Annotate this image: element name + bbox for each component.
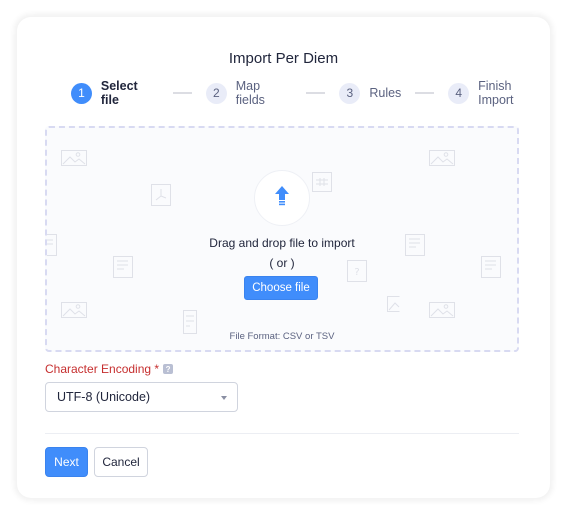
help-icon[interactable]: ?	[163, 364, 174, 374]
file-format-note: File Format: CSV or TSV	[229, 331, 335, 342]
import-stepper: 1 Select file 2 Map fields 3 Rules 4 Fin…	[71, 79, 550, 107]
drop-instruction: Drag and drop file to import	[209, 236, 355, 250]
upload-circle	[254, 170, 310, 226]
image-icon	[61, 302, 87, 318]
step-rules: 3 Rules	[339, 82, 402, 104]
pdf-icon	[151, 184, 171, 206]
file-dropzone[interactable]: ? Drag and drop file to import ( or ) Ch…	[45, 126, 519, 352]
step-label: Map fields	[235, 79, 265, 107]
image-icon	[429, 150, 455, 166]
image-icon	[429, 302, 455, 318]
footer-divider	[45, 433, 519, 434]
dialog-title: Import Per Diem	[228, 50, 339, 67]
image-icon	[387, 296, 400, 312]
image-icon	[61, 150, 87, 166]
step-number: 4	[448, 82, 470, 104]
step-map-fields: 2 Map fields	[205, 79, 293, 107]
step-number: 3	[339, 82, 361, 104]
encoding-label-text: Character Encoding *	[45, 362, 160, 376]
character-encoding-select[interactable]: UTF-8 (Unicode)	[45, 382, 238, 412]
step-number: 2	[205, 82, 227, 104]
cancel-button[interactable]: Cancel	[94, 447, 148, 477]
step-select-file: 1 Select file	[71, 79, 159, 107]
step-separator	[172, 92, 192, 94]
table-icon	[312, 172, 332, 192]
choose-file-button[interactable]: Choose file	[244, 276, 318, 300]
selected-encoding: UTF-8 (Unicode)	[57, 390, 151, 404]
step-label: Finish Import	[478, 79, 514, 107]
step-separator	[415, 92, 435, 94]
character-encoding-label: Character Encoding * ?	[45, 362, 174, 376]
step-number: 1	[71, 82, 92, 104]
step-finish-import: 4 Finish Import	[448, 79, 550, 107]
chevron-down-icon	[221, 396, 227, 400]
or-separator: ( or )	[269, 256, 295, 270]
step-label: Select file	[100, 79, 138, 107]
step-label: Rules	[369, 86, 402, 100]
upload-arrow-icon	[274, 185, 290, 212]
step-separator	[306, 92, 326, 94]
next-button[interactable]: Next	[45, 447, 88, 477]
